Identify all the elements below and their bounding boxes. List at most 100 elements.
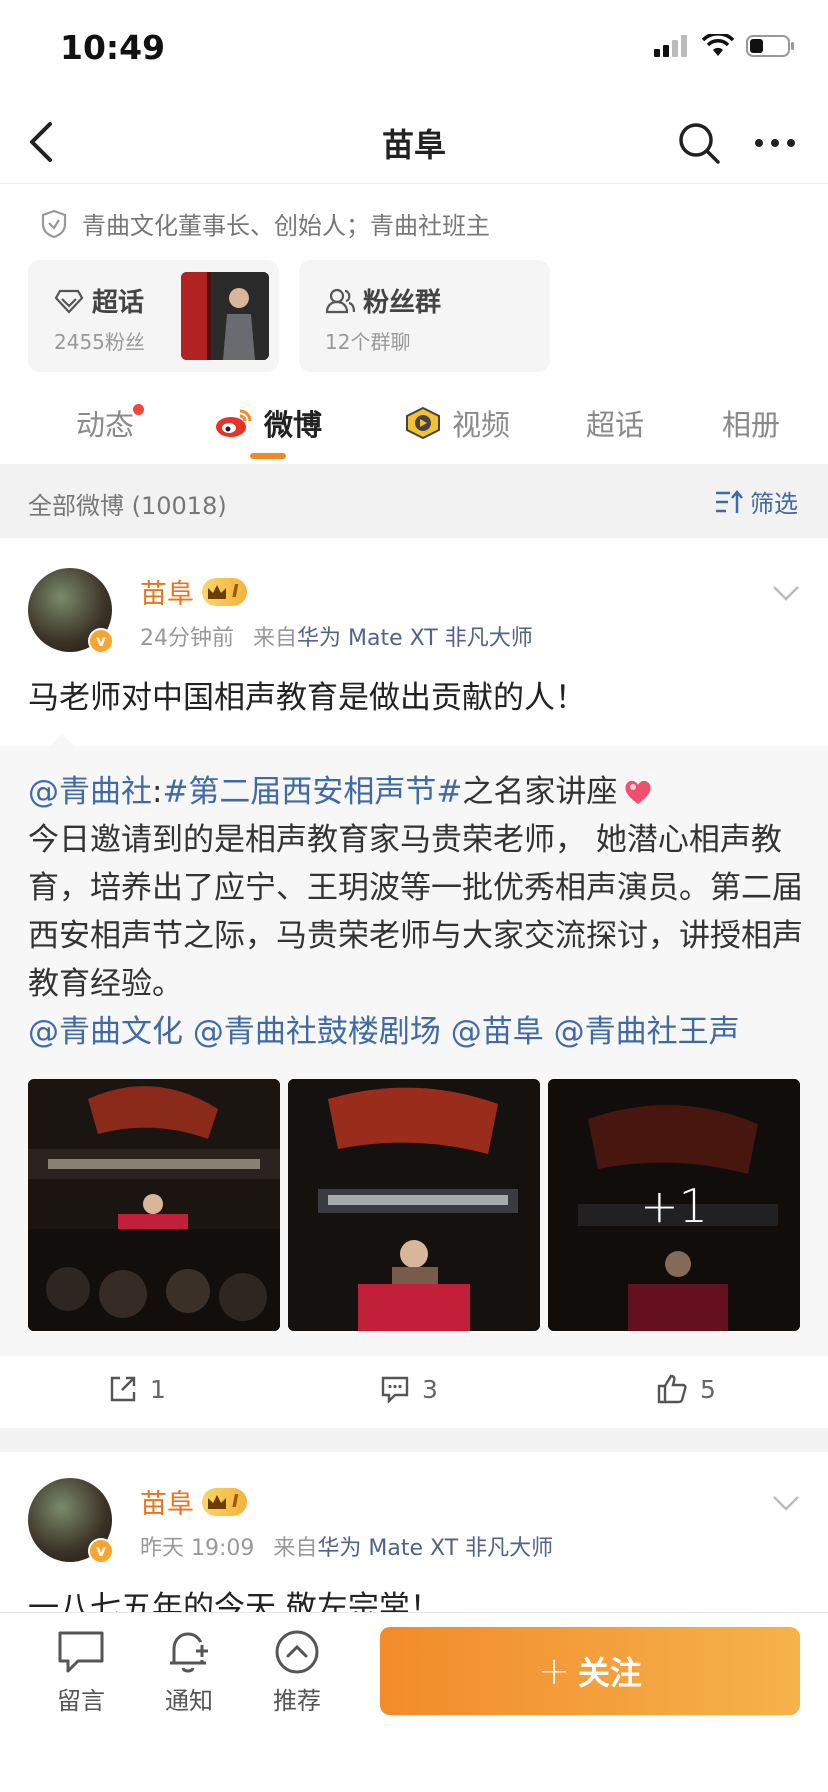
status-time: 10:49 (60, 28, 166, 67)
filter-button[interactable]: 筛选 (714, 484, 798, 519)
profile-cards: 超话 2455粉丝 粉丝群 12个群聊 (28, 260, 550, 372)
hashtag-link[interactable]: #第二届西安相声节# (162, 774, 462, 810)
post-actions: 1 3 5 (0, 1356, 828, 1428)
tab-super-topic[interactable]: 超话 (586, 402, 644, 444)
tab-activity-label: 动态 (76, 408, 135, 442)
bottom-action-bar: 留言 通知 推荐 + 关注 (0, 1612, 828, 1792)
tab-super-topic-label: 超话 (586, 408, 645, 442)
post-meta: 昨天 19:09 来自华为 Mate XT 非凡大师 (140, 1530, 553, 1562)
notify-label: 通知 (165, 1687, 213, 1715)
like-button[interactable]: 5 (656, 1374, 716, 1404)
filter-bar: 全部微博 (10018) 筛选 (0, 464, 828, 538)
verified-shield-icon (41, 209, 67, 238)
mention-qingqu-culture[interactable]: @青曲文化 (28, 1014, 183, 1050)
post-text: 马老师对中国相声教育是做出贡献的人！ (28, 680, 586, 716)
top-nav-bar: 苗阜 (0, 100, 828, 184)
weibo-logo-icon (216, 409, 252, 437)
heart-emoji-icon (625, 780, 651, 804)
post-separator (0, 1428, 828, 1452)
signal-icon (654, 35, 687, 57)
tab-video-label: 视频 (452, 408, 511, 442)
post-text: 一八七五年的今天 敬左宗棠！ (28, 1590, 441, 1612)
tab-activity[interactable]: 动态 (76, 402, 145, 444)
photo-thumbnail[interactable] (28, 1079, 280, 1331)
wifi-icon (702, 34, 734, 56)
post-author[interactable]: 苗阜 I (140, 1482, 247, 1521)
people-icon (325, 288, 355, 313)
recommend-button[interactable]: 推荐 (252, 1629, 342, 1716)
repost-button[interactable]: 1 (108, 1374, 166, 1404)
tab-weibo-label: 微博 (264, 408, 323, 442)
chevron-down-icon[interactable] (772, 584, 800, 602)
super-topic-label: 超话 (92, 288, 145, 318)
fan-group-label: 粉丝群 (363, 288, 442, 318)
more-icon[interactable] (752, 128, 798, 158)
repost-body: 今日邀请到的是相声教育家马贵荣老师， 她潜心相声教育，培养出了应宁、王玥波等一批… (28, 822, 803, 1002)
reposted-content[interactable]: @青曲社:#第二届西安相声节#之名家讲座 今日邀请到的是相声教育家马贵荣老师， … (0, 734, 828, 1356)
fan-group-title: 粉丝群 (325, 282, 441, 319)
mention-drum-tower-theater[interactable]: @青曲社鼓楼剧场 (193, 1014, 441, 1050)
comment-count: 3 (422, 1374, 438, 1404)
like-count: 5 (700, 1374, 716, 1404)
verified-badge: v (88, 628, 114, 654)
vip-badge: I (202, 577, 247, 606)
follow-plus: + (538, 1649, 570, 1693)
fan-group-count: 12个群聊 (325, 330, 411, 354)
repost-mention-link[interactable]: @青曲社 (28, 774, 152, 810)
tab-album-label: 相册 (722, 408, 781, 442)
diamond-icon (54, 289, 84, 314)
follow-button[interactable]: + 关注 (380, 1627, 800, 1715)
status-icons (654, 34, 796, 58)
super-topic-title: 超话 (54, 282, 144, 319)
mention-wang-sheng[interactable]: @青曲社王声 (554, 1014, 740, 1050)
post-author[interactable]: 苗阜 I (140, 572, 247, 611)
more-photos-count: +1 (640, 1179, 708, 1233)
photo-thumbnail-more[interactable]: +1 (548, 1079, 800, 1331)
thumbs-up-icon (657, 1374, 687, 1404)
message-icon (58, 1631, 104, 1673)
tab-weibo[interactable]: 微博 (214, 402, 322, 444)
comment-message-button[interactable]: 留言 (36, 1629, 126, 1716)
post-count: 全部微博 (10018) (28, 492, 227, 520)
source-prefix: 来自 (253, 626, 298, 651)
recommend-label: 推荐 (273, 1687, 321, 1715)
avatar[interactable]: v (28, 568, 114, 654)
video-icon (406, 406, 440, 440)
super-topic-fans: 2455粉丝 (54, 330, 145, 354)
post-source: 华为 Mate XT 非凡大师 (317, 1536, 554, 1561)
avatar[interactable]: v (28, 1478, 114, 1564)
filter-label: 筛选 (750, 490, 798, 518)
photo-thumbnail[interactable] (288, 1079, 540, 1331)
super-topic-card[interactable]: 超话 2455粉丝 (28, 260, 279, 372)
post-time: 24分钟前 (140, 626, 234, 651)
tab-album[interactable]: 相册 (722, 402, 780, 444)
comment-icon (381, 1376, 409, 1404)
post-source: 华为 Mate XT 非凡大师 (297, 626, 533, 651)
chevron-down-icon[interactable] (772, 1494, 800, 1512)
chevron-up-circle-icon (275, 1630, 319, 1674)
follow-label: 关注 (577, 1654, 642, 1692)
comment-message-label: 留言 (57, 1687, 105, 1715)
post-meta: 24分钟前 来自华为 Mate XT 非凡大师 (140, 620, 533, 652)
photo-grid: +1 (28, 1079, 800, 1331)
unread-dot (133, 404, 145, 415)
verified-badge: v (88, 1538, 114, 1564)
fan-group-card[interactable]: 粉丝群 12个群聊 (299, 260, 550, 372)
vip-level: I (232, 581, 239, 602)
repost-count: 1 (150, 1374, 166, 1404)
repost-notch (50, 734, 74, 746)
vip-level: I (232, 1491, 239, 1512)
search-icon[interactable] (676, 120, 722, 166)
repost-intro: 之名家讲座 (462, 774, 618, 810)
battery-icon (746, 35, 794, 57)
bell-add-icon (170, 1632, 211, 1673)
share-icon (110, 1376, 136, 1402)
comment-button[interactable]: 3 (380, 1374, 438, 1404)
tab-video[interactable]: 视频 (404, 402, 510, 444)
post-card: v 苗阜 I 昨天 19:09 来自华为 Mate XT 非凡大师 一八七五年的… (0, 1452, 828, 1612)
repost-colon: : (152, 774, 163, 810)
notify-button[interactable]: 通知 (144, 1629, 234, 1716)
super-topic-thumbnail (181, 272, 269, 360)
crown-icon (208, 1494, 226, 1509)
mention-miao-fu[interactable]: @苗阜 (451, 1014, 544, 1050)
